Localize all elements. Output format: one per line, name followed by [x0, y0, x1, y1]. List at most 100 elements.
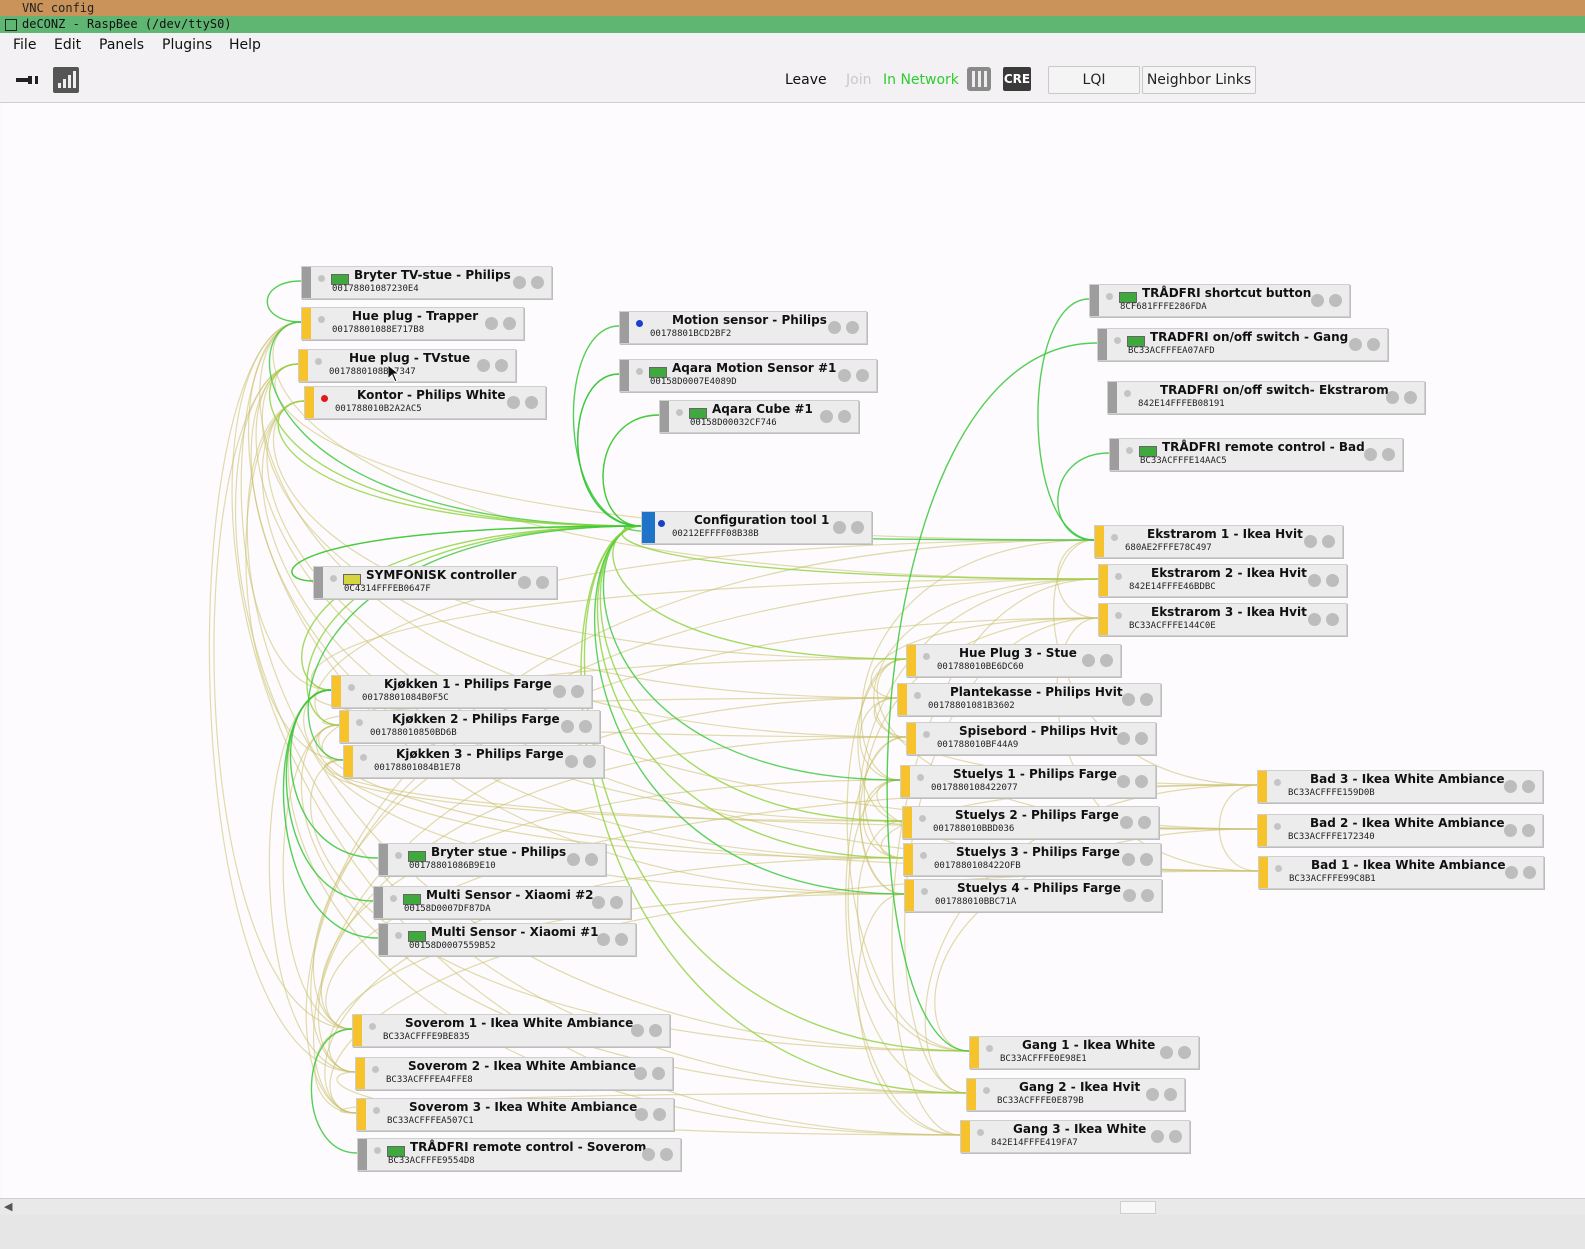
node-aqara-motion-sensor-1[interactable]: Aqara Motion Sensor #1 00158D0007E4089D	[619, 359, 877, 392]
cluster-in-icon[interactable]	[642, 1148, 655, 1161]
cluster-in-icon[interactable]	[477, 359, 490, 372]
cluster-out-icon[interactable]	[1135, 732, 1148, 745]
cluster-out-icon[interactable]	[503, 317, 516, 330]
node-plantekasse[interactable]: Plantekasse - Philips Hvit 00178801081B3…	[897, 683, 1161, 716]
cluster-out-icon[interactable]	[1322, 535, 1335, 548]
cluster-in-icon[interactable]	[1504, 780, 1517, 793]
cluster-out-icon[interactable]	[583, 755, 596, 768]
cluster-in-icon[interactable]	[485, 317, 498, 330]
cluster-in-icon[interactable]	[1308, 613, 1321, 626]
menu-edit[interactable]: Edit	[54, 37, 81, 53]
join-button[interactable]: Join	[846, 72, 871, 88]
node-tradfri-shortcut-button[interactable]: TRÅDFRI shortcut button 8CF681FFFE286FDA	[1089, 284, 1350, 317]
cluster-out-icon[interactable]	[652, 1067, 665, 1080]
cluster-out-icon[interactable]	[531, 276, 544, 289]
node-soverom-3[interactable]: Soverom 3 - Ikea White Ambiance BC33ACFF…	[356, 1098, 674, 1131]
cluster-in-icon[interactable]	[567, 853, 580, 866]
cluster-in-icon[interactable]	[518, 576, 531, 589]
cluster-out-icon[interactable]	[1522, 824, 1535, 837]
menu-help[interactable]: Help	[229, 37, 261, 53]
node-bad-1[interactable]: Bad 1 - Ikea White Ambiance BC33ACFFFE99…	[1258, 856, 1544, 889]
node-hue-plug-trapper[interactable]: Hue plug - Trapper 00178801088E717B8	[301, 307, 524, 340]
cluster-in-icon[interactable]	[1311, 294, 1324, 307]
cluster-out-icon[interactable]	[1140, 693, 1153, 706]
leave-button[interactable]: Leave	[785, 72, 827, 88]
cluster-in-icon[interactable]	[553, 685, 566, 698]
cluster-out-icon[interactable]	[653, 1108, 666, 1121]
node-kjokken-1[interactable]: Kjøkken 1 - Philips Farge 00178801084B0F…	[331, 675, 592, 708]
node-tradfri-remote-soverom[interactable]: TRÅDFRI remote control - Soverom BC33ACF…	[357, 1138, 681, 1171]
cluster-in-icon[interactable]	[561, 720, 574, 733]
cluster-out-icon[interactable]	[495, 359, 508, 372]
window-menu-icon[interactable]	[5, 19, 17, 31]
node-kjokken-2[interactable]: Kjøkken 2 - Philips Farge 001788010850BD…	[339, 710, 600, 743]
cluster-out-icon[interactable]	[1329, 294, 1342, 307]
cluster-out-icon[interactable]	[536, 576, 549, 589]
node-bryter-stue[interactable]: Bryter stue - Philips 00178801086B9E10	[378, 843, 606, 876]
cluster-out-icon[interactable]	[1178, 1046, 1191, 1059]
cluster-out-icon[interactable]	[1141, 889, 1154, 902]
cluster-in-icon[interactable]	[1122, 853, 1135, 866]
node-soverom-1[interactable]: Soverom 1 - Ikea White Ambiance BC33ACFF…	[352, 1014, 670, 1047]
cluster-in-icon[interactable]	[1117, 775, 1130, 788]
node-bad-3[interactable]: Bad 3 - Ikea White Ambiance BC33ACFFFE15…	[1257, 770, 1543, 803]
node-stuelys-3[interactable]: Stuelys 3 - Philips Farge 0017880108422O…	[903, 843, 1161, 876]
network-graph-canvas[interactable]: Bryter TV-stue - Philips 00178801087230E…	[2, 103, 1585, 1198]
cluster-out-icon[interactable]	[1100, 654, 1113, 667]
cluster-out-icon[interactable]	[1326, 613, 1339, 626]
cluster-in-icon[interactable]	[1123, 889, 1136, 902]
cluster-out-icon[interactable]	[856, 369, 869, 382]
plug-icon[interactable]	[14, 72, 40, 86]
node-stuelys-2[interactable]: Stuelys 2 - Philips Farge 001788010BBD03…	[902, 806, 1159, 839]
cluster-in-icon[interactable]	[1151, 1130, 1164, 1143]
horizontal-scrollbar[interactable]: ◀	[0, 1198, 1585, 1215]
cluster-out-icon[interactable]	[1522, 780, 1535, 793]
cluster-in-icon[interactable]	[828, 321, 841, 334]
cluster-in-icon[interactable]	[1504, 824, 1517, 837]
cluster-in-icon[interactable]	[507, 396, 520, 409]
cluster-in-icon[interactable]	[635, 1108, 648, 1121]
cluster-out-icon[interactable]	[851, 521, 864, 534]
node-multi-sensor-xiaomi-2[interactable]: Multi Sensor - Xiaomi #2 00158D0007DF87D…	[373, 886, 631, 919]
lqi-button[interactable]: LQI	[1048, 66, 1140, 94]
node-multi-sensor-xiaomi-1[interactable]: Multi Sensor - Xiaomi #1 00158D0007559B5…	[378, 923, 636, 956]
cluster-out-icon[interactable]	[846, 321, 859, 334]
node-hue-plug-3-stue[interactable]: Hue Plug 3 - Stue 001788010BE6DC60	[906, 644, 1121, 677]
cluster-in-icon[interactable]	[513, 276, 526, 289]
cluster-in-icon[interactable]	[1160, 1046, 1173, 1059]
cluster-out-icon[interactable]	[585, 853, 598, 866]
cluster-in-icon[interactable]	[838, 369, 851, 382]
gateway-icon[interactable]	[967, 67, 991, 91]
node-kjokken-3[interactable]: Kjøkken 3 - Philips Farge 00178801084B1E…	[343, 745, 604, 778]
cluster-in-icon[interactable]	[1146, 1088, 1159, 1101]
node-stuelys-1[interactable]: Stuelys 1 - Philips Farge 00178801084220…	[900, 765, 1156, 798]
cluster-in-icon[interactable]	[1308, 574, 1321, 587]
cluster-in-icon[interactable]	[565, 755, 578, 768]
cluster-out-icon[interactable]	[1382, 448, 1395, 461]
node-bryter-tv-stue[interactable]: Bryter TV-stue - Philips 00178801087230E…	[301, 266, 552, 299]
cluster-out-icon[interactable]	[571, 685, 584, 698]
node-aqara-cube-1[interactable]: Aqara Cube #1 00158D00032CF746	[659, 400, 859, 433]
menu-panels[interactable]: Panels	[99, 37, 144, 53]
node-kontor-philips-white[interactable]: Kontor - Philips White 001788010B2A2AC5	[304, 386, 546, 419]
cluster-out-icon[interactable]	[525, 396, 538, 409]
cluster-out-icon[interactable]	[649, 1024, 662, 1037]
cluster-out-icon[interactable]	[615, 933, 628, 946]
cluster-out-icon[interactable]	[1164, 1088, 1177, 1101]
node-gang-2[interactable]: Gang 2 - Ikea Hvit BC33ACFFFE0E879B	[966, 1078, 1185, 1111]
cluster-in-icon[interactable]	[1304, 535, 1317, 548]
node-gang-1[interactable]: Gang 1 - Ikea White BC33ACFFFE0E98E1	[969, 1036, 1199, 1069]
cre-button[interactable]: CRE	[1003, 67, 1031, 91]
cluster-in-icon[interactable]	[634, 1067, 647, 1080]
node-tradfri-remote-bad[interactable]: TRÅDFRI remote control - Bad BC33ACFFFE1…	[1109, 438, 1403, 471]
node-configuration-tool-1[interactable]: Configuration tool 1 00212EFFFF08B38B	[641, 511, 872, 544]
scroll-left-arrow-icon[interactable]: ◀	[4, 1200, 12, 1213]
node-tradfri-switch-ekstrarom[interactable]: TRADFRI on/off switch- Ekstrarom 842E14F…	[1107, 381, 1425, 414]
cluster-out-icon[interactable]	[1138, 816, 1151, 829]
node-bad-2[interactable]: Bad 2 - Ikea White Ambiance BC33ACFFFE17…	[1257, 814, 1543, 847]
node-ekstrarom-1[interactable]: Ekstrarom 1 - Ikea Hvit 680AE2FFFE78C497	[1094, 525, 1343, 558]
cluster-out-icon[interactable]	[660, 1148, 673, 1161]
menu-file[interactable]: File	[13, 37, 36, 53]
cluster-in-icon[interactable]	[1082, 654, 1095, 667]
cluster-out-icon[interactable]	[1169, 1130, 1182, 1143]
